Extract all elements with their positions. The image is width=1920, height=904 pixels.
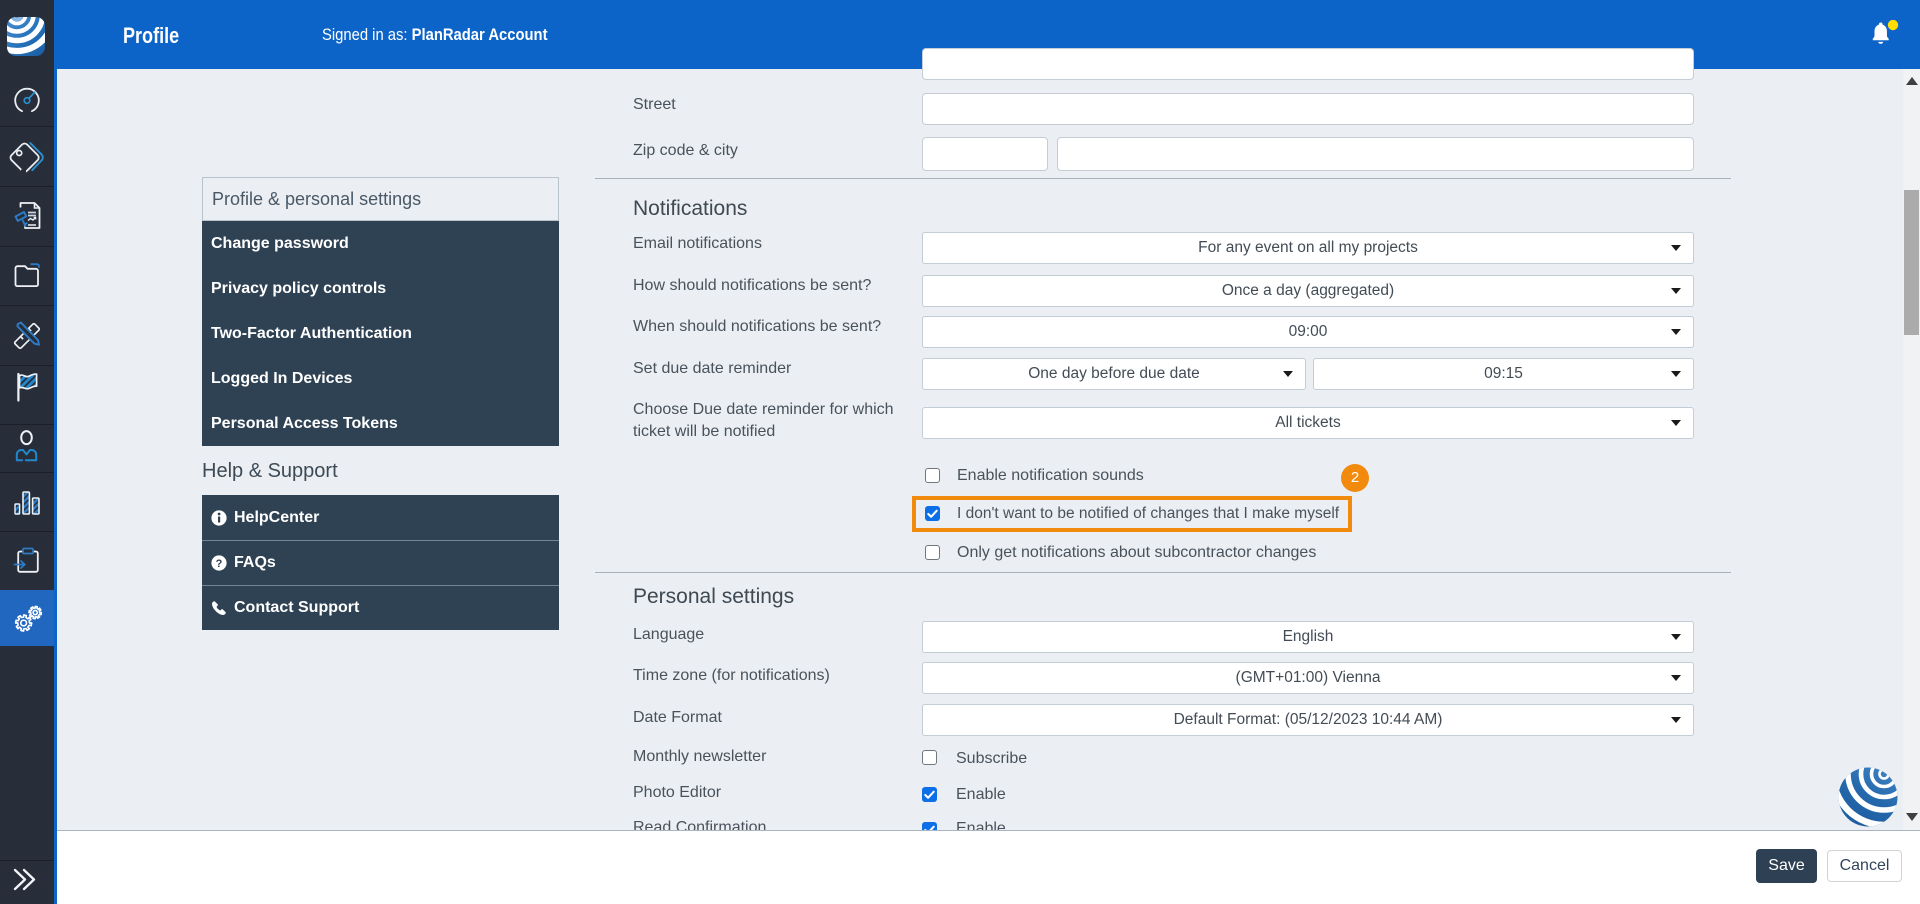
svg-text:?: ? — [216, 558, 223, 570]
